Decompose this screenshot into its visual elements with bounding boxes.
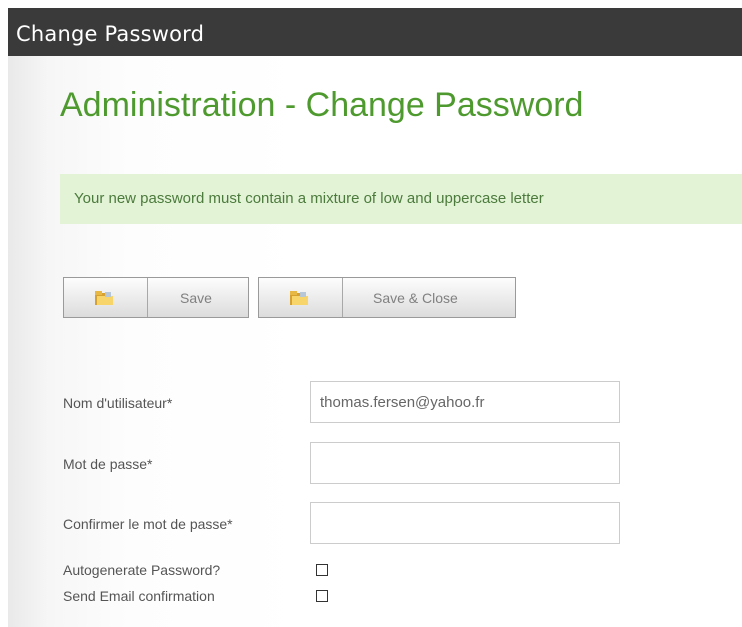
save-close-button-icon-cell bbox=[259, 278, 343, 317]
send-email-confirmation-checkbox[interactable] bbox=[316, 590, 328, 602]
save-button-icon-cell bbox=[64, 278, 148, 317]
save-close-button-label: Save & Close bbox=[373, 290, 458, 306]
password-requirement-notice: Your new password must contain a mixture… bbox=[60, 174, 742, 224]
save-button[interactable]: Save bbox=[63, 277, 249, 318]
username-field[interactable] bbox=[310, 381, 620, 423]
autogenerate-password-checkbox[interactable] bbox=[316, 564, 328, 576]
folder-icon bbox=[290, 291, 308, 305]
password-label: Mot de passe* bbox=[63, 456, 153, 472]
username-label: Nom d'utilisateur* bbox=[63, 395, 173, 411]
save-close-button[interactable]: Save & Close bbox=[258, 277, 516, 318]
page-title: Administration - Change Password bbox=[60, 86, 584, 124]
window-titlebar: Change Password bbox=[8, 8, 742, 56]
notice-message: Your new password must contain a mixture… bbox=[74, 190, 544, 207]
confirm-password-label: Confirmer le mot de passe* bbox=[63, 516, 233, 532]
window-title: Change Password bbox=[16, 22, 205, 46]
password-field[interactable] bbox=[310, 442, 620, 484]
send-email-confirmation-label: Send Email confirmation bbox=[63, 588, 215, 604]
autogenerate-password-label: Autogenerate Password? bbox=[63, 562, 221, 578]
save-button-label: Save bbox=[180, 290, 212, 306]
folder-icon bbox=[95, 291, 113, 305]
confirm-password-field[interactable] bbox=[310, 502, 620, 544]
change-password-window: Change Password Administration - Change … bbox=[8, 8, 742, 627]
